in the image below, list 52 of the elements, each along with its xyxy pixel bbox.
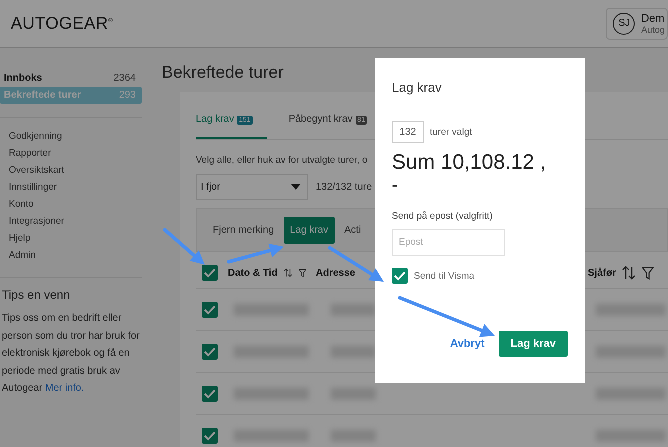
dialog-title: Lag krav — [392, 80, 443, 95]
email-field[interactable]: Epost — [392, 229, 505, 256]
filter-icon[interactable] — [298, 266, 306, 280]
menu-link[interactable]: Integrasjoner — [9, 213, 142, 230]
annotation-arrow — [163, 228, 205, 265]
logo: AUTOGEAR$^{®}$ — [11, 14, 114, 34]
menu-link[interactable]: Rapporter — [9, 145, 142, 162]
email-label: Send på epost (valgfritt) — [392, 211, 494, 222]
visma-checkbox[interactable] — [392, 268, 408, 284]
sidebar-item[interactable]: Innboks 2364 — [0, 70, 142, 87]
period-dropdown[interactable]: I fjor — [196, 174, 308, 200]
more-info-link[interactable]: Mer info. — [45, 383, 84, 394]
action-button[interactable]: Lag krav — [284, 216, 334, 244]
column-header[interactable]: Adresse — [316, 268, 356, 278]
row-checkbox[interactable] — [202, 344, 218, 360]
menu-link[interactable]: Hjelp — [9, 230, 142, 247]
tips-heading: Tips en venn — [2, 288, 72, 302]
action-button[interactable]: Acti — [338, 216, 368, 244]
sort-icon[interactable] — [622, 266, 636, 280]
cancel-button[interactable]: Avbryt — [450, 334, 485, 354]
blurred-text — [331, 346, 376, 358]
column-header[interactable]: Sjåfør — [588, 268, 616, 278]
menu-link[interactable]: Innstillinger — [9, 179, 142, 196]
count-field[interactable]: 132 — [392, 121, 424, 143]
tips-paragraph: Tips oss om en bedrift eller person som du tror har bruk for elektronisk kjørebok og få en periode med gratis bruk av Autogear Mer info. — [2, 312, 140, 396]
menu-link[interactable]: Admin — [9, 247, 142, 264]
sort-icon[interactable] — [284, 266, 293, 280]
menu-link[interactable]: Konto — [9, 196, 142, 213]
instructions-text: Velg alle, eller huk av for utvalgte turer, o — [196, 155, 368, 166]
visma-label: Send til Visma — [414, 270, 475, 282]
row-checkbox[interactable] — [202, 386, 218, 402]
page-title: Bekreftede turer — [162, 63, 285, 83]
selection-count: 132/132 ture — [316, 182, 372, 192]
user-initials-avatar: SJ — [613, 12, 636, 34]
user-card[interactable]: SJ Dem Autog — [606, 8, 668, 40]
column-header[interactable]: Dato & Tid — [228, 268, 278, 278]
sum-suffix: - — [392, 175, 399, 195]
menu-link[interactable]: Oversiktskart — [9, 162, 142, 179]
row-checkbox[interactable] — [202, 428, 218, 444]
confirm-button[interactable]: Lag krav — [498, 331, 568, 357]
user-name: Dem — [641, 12, 665, 24]
filter-icon[interactable] — [642, 266, 654, 280]
caret-icon — [291, 184, 301, 190]
sum-text: Sum 10,108.12 , — [392, 151, 548, 175]
user-company: Autog — [641, 24, 665, 34]
blurred-text — [331, 304, 376, 316]
menu-link[interactable]: Godkjenning — [9, 128, 142, 145]
count-label: turer valgt — [430, 126, 472, 138]
action-button[interactable]: Fjern merking — [207, 216, 280, 244]
row-checkbox[interactable] — [202, 302, 218, 318]
annotation-arrow — [227, 244, 284, 264]
select-all-checkbox[interactable] — [202, 265, 218, 281]
